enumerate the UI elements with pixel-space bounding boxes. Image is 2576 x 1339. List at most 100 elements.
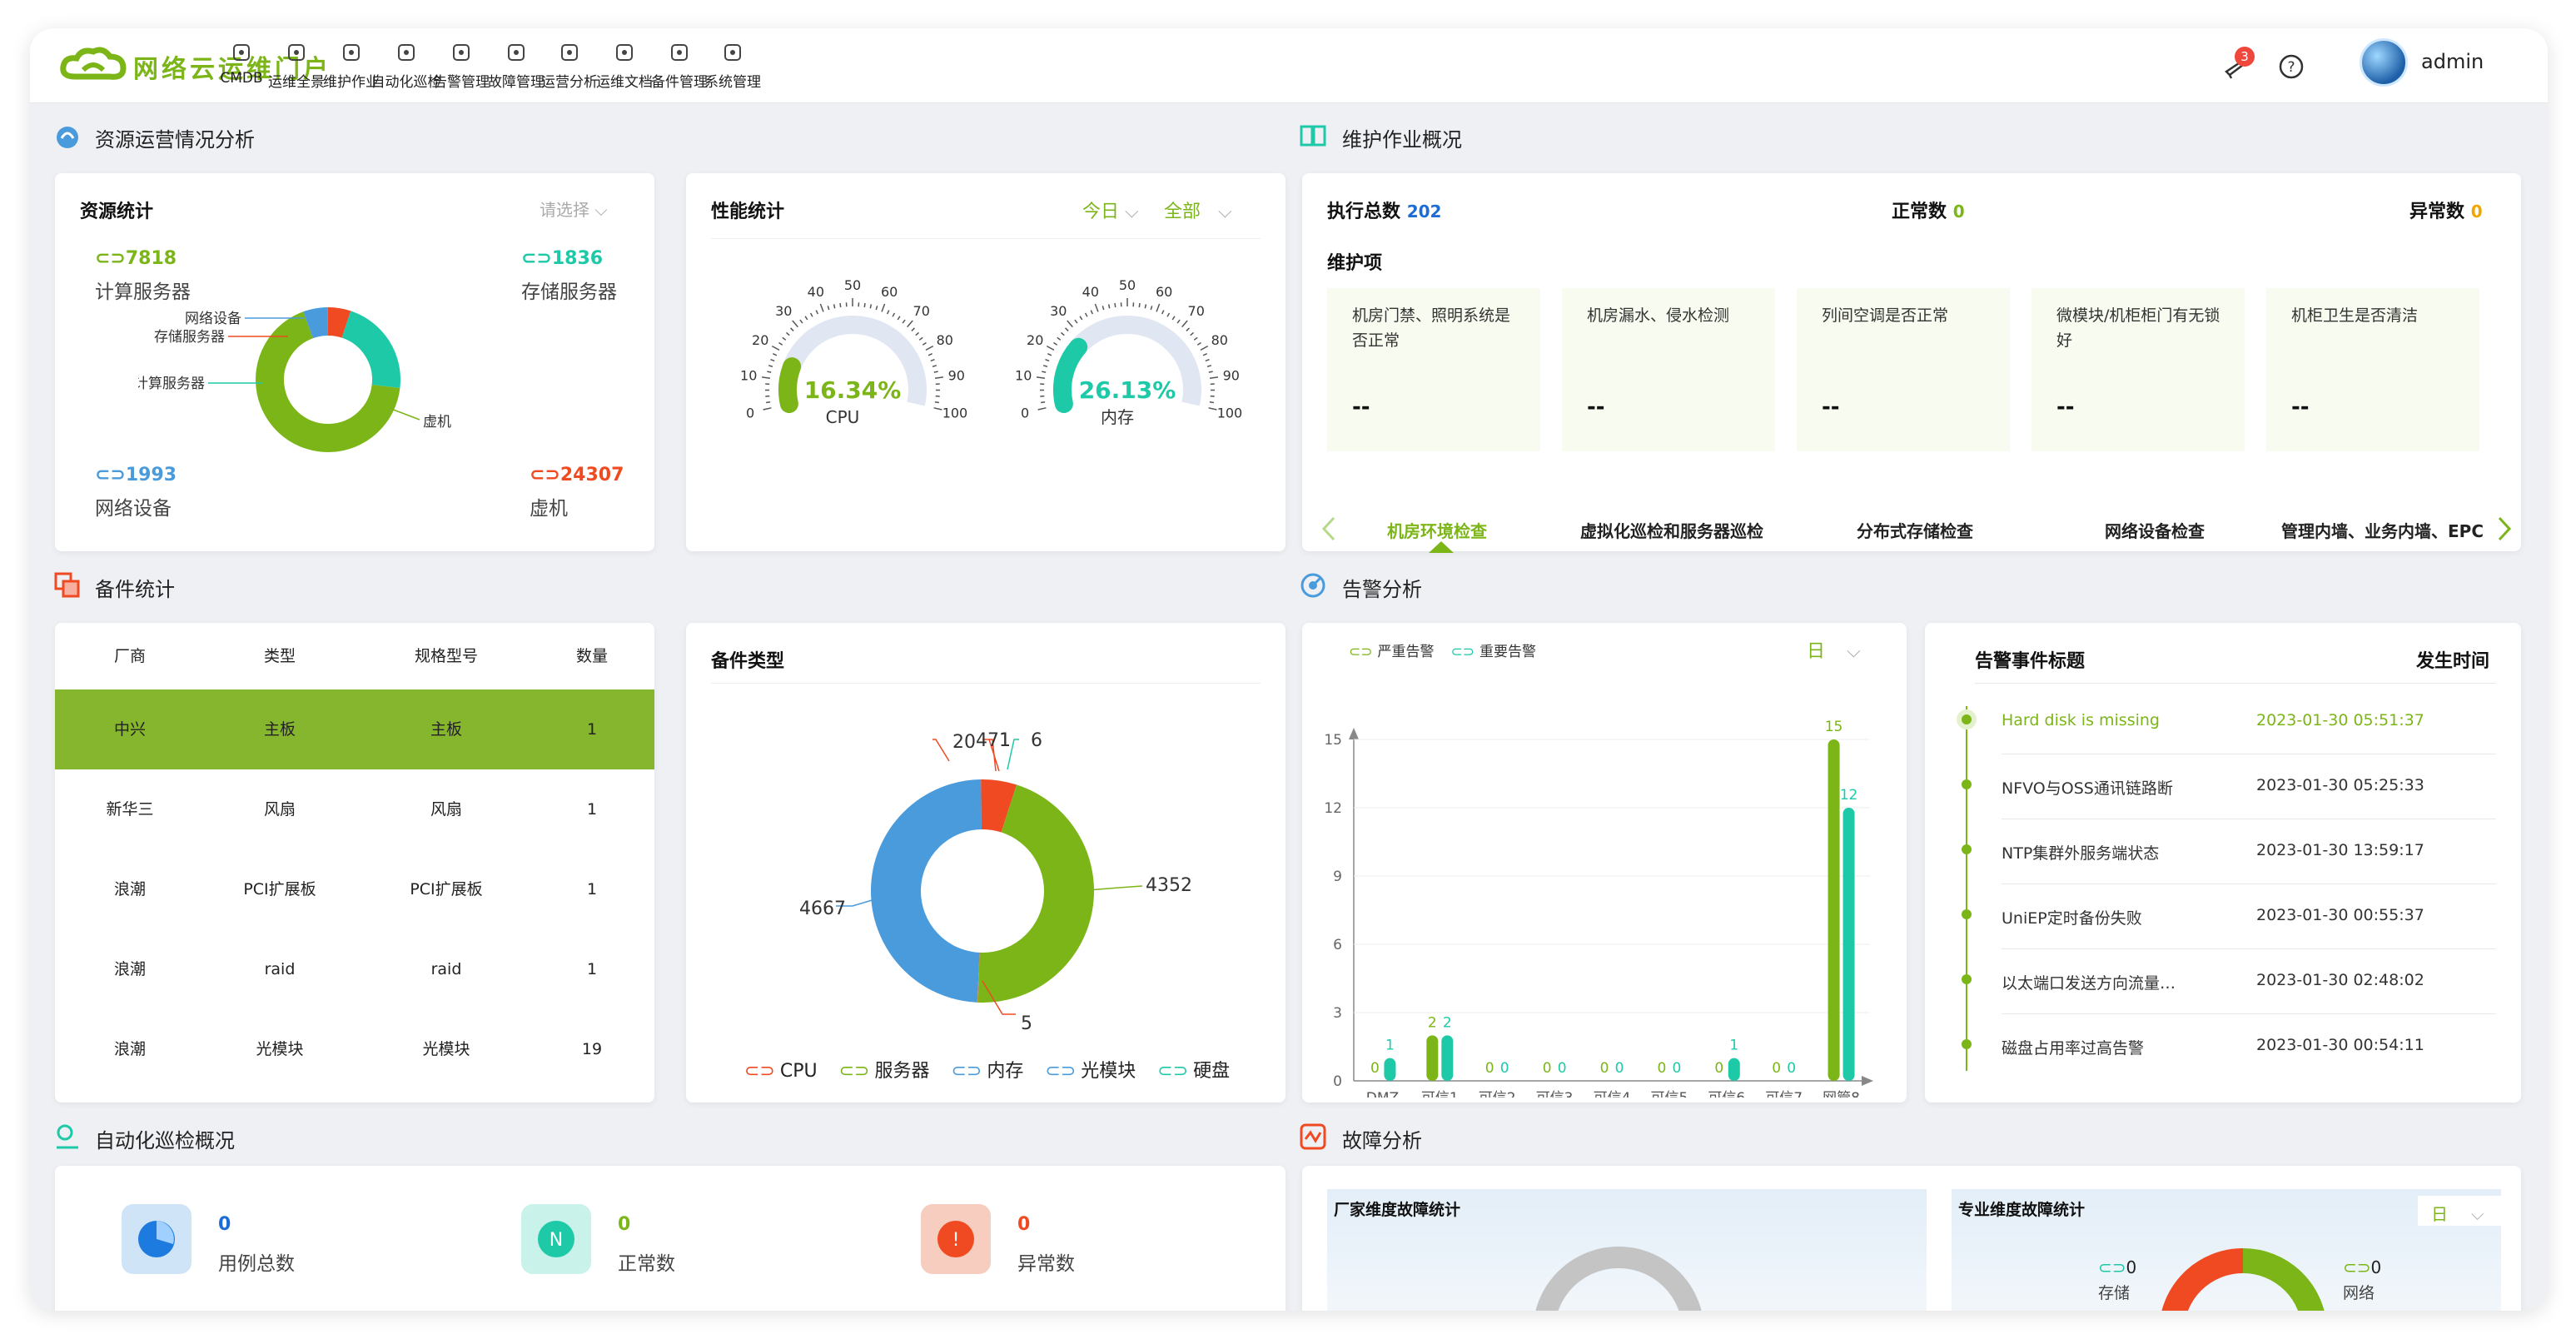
alarm-bar[interactable] [1728, 1058, 1740, 1081]
legend-item[interactable]: ⊂⊃ 重要告警 [1451, 640, 1537, 660]
column-header-model[interactable]: 规格型号 [355, 623, 538, 689]
legend-item[interactable]: ⊂⊃ CPU [744, 1061, 818, 1082]
alarm-period-select[interactable]: 日 ⌵ [1807, 636, 1861, 663]
maintenance-card[interactable]: 微模块/机柜柜门有无锁好 -- [2031, 288, 2245, 451]
bar-value-label: 0 [1485, 1060, 1494, 1077]
column-header-vendor[interactable]: 厂商 [55, 623, 205, 689]
donut-segment-compute[interactable] [341, 311, 400, 388]
donut-value-label: 6 [1031, 730, 1042, 751]
chevron-right-icon[interactable] [2494, 515, 2514, 543]
alarm-bar[interactable] [1384, 1058, 1396, 1081]
total-value: 202 [1406, 202, 1442, 222]
table-cell: 浪潮 [113, 880, 146, 898]
table-row[interactable]: 中兴 主板 主板 1 [55, 689, 654, 769]
spare-types-panel: 备件类型 20 471 1 6 4352 4667 5 ⊂⊃ CPU ⊂⊃ 服务器 ⊂⊃ 内存 ⊂⊃ 光模… [686, 623, 1286, 1103]
alarm-event-row[interactable]: NTP集群外服务端状态 2023-01-30 13:59:17 [1925, 819, 2521, 884]
gauge-tick-label: 50 [844, 277, 861, 293]
legend-marker-icon: ⊂⊃ [838, 1061, 870, 1082]
legend-item[interactable]: ⊂⊃ 严重告警 [1349, 640, 1435, 660]
legend-item[interactable]: ⊂⊃ 服务器 [839, 1056, 930, 1083]
legend-marker-icon: ⊂⊃ [1349, 644, 1373, 660]
svg-text:?: ? [2287, 59, 2295, 76]
scope-select[interactable]: 全部 ⌵ [1164, 197, 1232, 223]
gauge-tick [770, 358, 775, 362]
column-header-quantity[interactable]: 数量 [538, 623, 646, 689]
maintenance-card[interactable]: 列间空调是否正常 -- [1797, 288, 2010, 451]
alarm-bar[interactable] [1842, 808, 1855, 1081]
memory-gauge: 0 10 20 30 40 50 60 70 80 90 100 26.13% 内存 [1015, 277, 1242, 427]
tab-firewall[interactable]: 管理内墙、业务内墙、EPC [2281, 518, 2484, 542]
gauge-tick [1079, 316, 1083, 321]
table-row[interactable]: 浪潮 raid raid 1 [55, 929, 654, 1009]
maintenance-card[interactable]: 机房漏水、侵水检测 -- [1562, 288, 1775, 451]
legend-item[interactable]: ⊂⊃ 光模块 [1045, 1056, 1136, 1083]
gauge-tick [792, 320, 798, 328]
table-row[interactable]: 浪潮 PCI扩展板 PCI扩展板 1 [55, 849, 654, 929]
period-select[interactable]: 今日 ⌵ [1082, 197, 1139, 223]
donut-label-line [932, 739, 950, 762]
fault-analysis-icon [1300, 1123, 1326, 1150]
nav-label: 系统管理 [704, 74, 761, 91]
alarm-event-row[interactable]: NFVO与OSS通讯链路断 2023-01-30 05:25:33 [1925, 754, 2521, 819]
gauge-tick [1067, 320, 1073, 328]
gauge-tick [799, 319, 803, 324]
alarm-event-row[interactable]: Hard disk is missing 2023-01-30 05:51:37 [1925, 689, 2521, 754]
gauge-tick-label: 20 [1027, 332, 1043, 348]
donut-segment[interactable] [977, 784, 1094, 1003]
alarm-event-row[interactable]: UniEP定时备份失败 2023-01-30 00:55:37 [1925, 884, 2521, 949]
maintenance-items-title: 维护项 [1327, 253, 1383, 274]
donut-value-label: 20 [952, 732, 976, 753]
donut-label-network: 网络设备 [185, 311, 241, 327]
alarm-bar[interactable] [1426, 1035, 1439, 1081]
cloud-logo-icon [60, 47, 127, 80]
gauge-tick [930, 358, 935, 362]
gauge-tick [1202, 353, 1207, 356]
spare-types-donut-chart: 20 4711 6435246675 [799, 730, 1192, 1034]
gauge-tick [1209, 376, 1219, 379]
avatar[interactable] [2360, 38, 2408, 87]
maintenance-card[interactable]: 机房门禁、照明系统是否正常 -- [1327, 288, 1540, 451]
alarm-event-title: 以太端口发送方向流量… [2002, 974, 2176, 993]
help-icon[interactable]: ? [2278, 53, 2305, 80]
tab-room-environment[interactable]: 机房环境检查 [1387, 518, 1487, 542]
tab-virtualization[interactable]: 虚拟化巡检和服务器巡检 [1580, 518, 1763, 542]
tab-network[interactable]: 网络设备检查 [2105, 518, 2205, 542]
fault-period-select[interactable]: 日 ⌵ [2418, 1196, 2501, 1226]
nav-user[interactable]: 系统管理 [687, 37, 778, 100]
table-row[interactable]: 新华三 风扇 风扇 1 [55, 769, 654, 849]
column-header-type[interactable]: 类型 [205, 623, 355, 689]
y-tick-label: 9 [1333, 869, 1342, 885]
username[interactable]: admin [2421, 50, 2484, 73]
y-tick-label: 15 [1324, 732, 1342, 749]
cpu-gauge-value: 16.34% [804, 376, 902, 404]
tab-storage[interactable]: 分布式存储检查 [1857, 518, 1973, 542]
gauge-tick-label: 40 [1082, 284, 1099, 300]
legend-item[interactable]: ⊂⊃ 内存 [952, 1056, 1024, 1083]
alarm-event-row[interactable]: 以太端口发送方向流量… 2023-01-30 02:48:02 [1925, 949, 2521, 1014]
table-cell: 浪潮 [113, 960, 146, 978]
legend-item[interactable]: ⊂⊃ 硬盘 [1157, 1056, 1230, 1083]
resource-select[interactable]: 请选择 ⌵ [540, 197, 608, 221]
gauge-tick [881, 303, 886, 312]
alarm-bar[interactable] [1441, 1035, 1454, 1081]
table-cell: 风扇 [430, 800, 462, 819]
spare-types-title: 备件类型 [711, 651, 785, 672]
gauge-tick-label: 60 [1156, 284, 1172, 300]
gauge-tick [763, 407, 772, 411]
gauge-tick-label: 0 [1021, 405, 1029, 421]
maintenance-panel: 执行总数 202 正常数 0 异常数 0 维护项 机房门禁、照明系统是否正常 --… [1302, 173, 2521, 553]
gauge-tick [1205, 358, 1210, 362]
donut-segment[interactable] [981, 779, 1017, 833]
bell-icon[interactable]: 3 [2221, 47, 2255, 80]
chevron-left-icon[interactable] [1319, 515, 1339, 543]
alarm-event-row[interactable]: 磁盘占用率过高告警 2023-01-30 00:54:11 [1925, 1014, 2521, 1079]
maintenance-card[interactable]: 机柜卫生是否清洁 -- [2266, 288, 2479, 451]
x-tick-label: 可信3 [1536, 1090, 1574, 1098]
donut-segment-storage[interactable] [327, 307, 351, 338]
donut-segment[interactable] [871, 779, 982, 1003]
vm-icon: ⊂⊃ [530, 465, 560, 485]
donut-segment-network[interactable] [303, 307, 329, 339]
table-row[interactable]: 浪潮 光模块 光模块 19 [55, 1009, 654, 1089]
alarm-bar[interactable] [1828, 739, 1840, 1081]
bar-value-label: 0 [1558, 1060, 1567, 1077]
